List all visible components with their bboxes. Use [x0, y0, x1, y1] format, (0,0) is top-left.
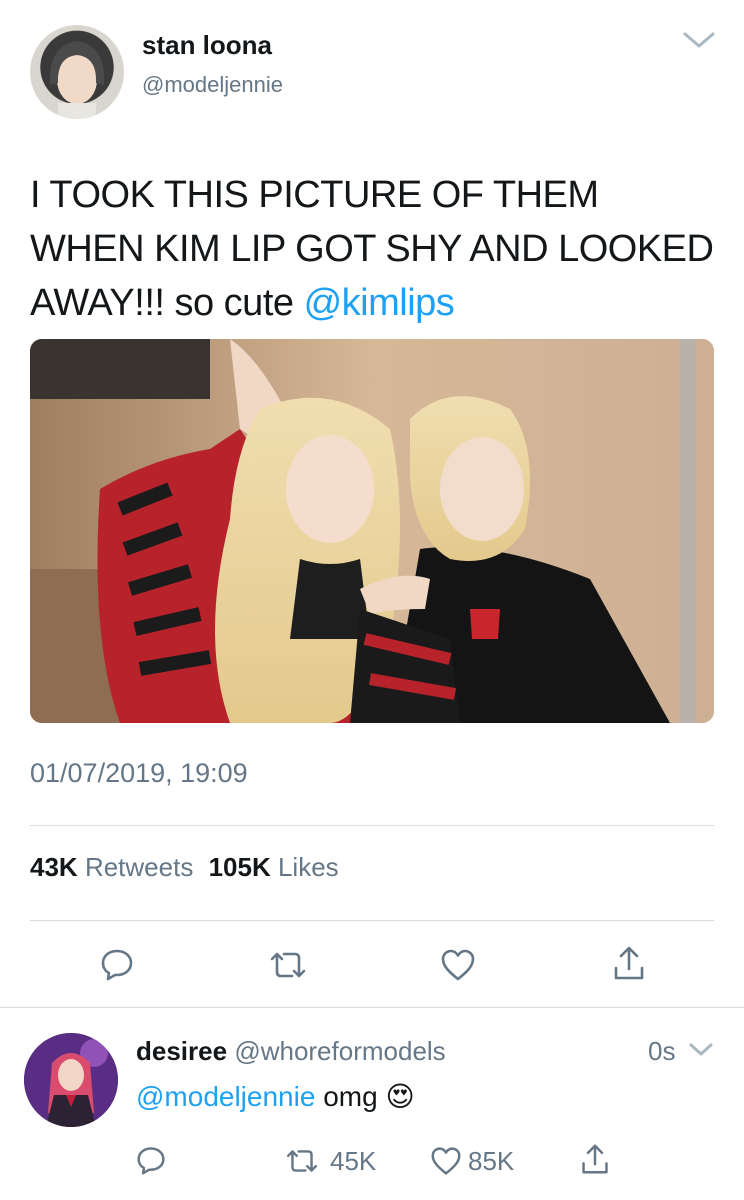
chevron-down-icon[interactable]: [688, 1042, 714, 1058]
retweet-icon[interactable]: [268, 950, 308, 980]
author-avatar[interactable]: [30, 25, 124, 119]
retweets-label: Retweets: [84, 852, 194, 882]
tweet-stats: 43K Retweets 105K Likes: [30, 852, 339, 883]
author-display-name[interactable]: stan loona: [142, 30, 272, 61]
reply-text: @modeljennie omg 😍: [136, 1080, 415, 1113]
likes-count: 105K: [208, 852, 271, 882]
reply-handle[interactable]: @whoreformodels: [234, 1036, 445, 1066]
reply-mention[interactable]: @modeljennie: [136, 1081, 315, 1112]
likes-label: Likes: [277, 852, 339, 882]
likes-stat[interactable]: 105K Likes: [209, 852, 339, 882]
reply-header: desiree @whoreformodels: [136, 1036, 446, 1067]
divider: [0, 1007, 744, 1008]
share-icon[interactable]: [580, 1142, 610, 1176]
retweet-icon[interactable]: [284, 1148, 320, 1174]
retweets-count: 43K: [30, 852, 78, 882]
reply-avatar[interactable]: [24, 1033, 118, 1127]
heart-eyes-emoji: 😍: [385, 1081, 415, 1112]
chevron-down-icon[interactable]: [682, 30, 716, 50]
heart-icon[interactable]: [430, 1146, 462, 1176]
divider: [30, 825, 714, 826]
author-handle[interactable]: @modeljennie: [142, 72, 283, 98]
tweet-photo[interactable]: [30, 339, 714, 723]
divider: [30, 920, 714, 921]
reply-icon[interactable]: [100, 947, 134, 981]
reply-like-count: 85K: [468, 1146, 515, 1176]
reply-display-name[interactable]: desiree: [136, 1036, 227, 1066]
tweet-timestamp[interactable]: 01/07/2019, 19:09: [30, 758, 248, 789]
reply-retweet-count: 45K: [330, 1146, 377, 1176]
reply-body: omg: [323, 1081, 378, 1112]
retweets-stat[interactable]: 43K Retweets: [30, 852, 201, 882]
reply-time: 0s: [648, 1036, 676, 1066]
heart-icon[interactable]: [440, 948, 476, 982]
tweet-text: I TOOK THIS PICTURE OF THEM WHEN KIM LIP…: [30, 168, 720, 330]
tweet-mention[interactable]: @kimlips: [304, 282, 455, 324]
share-icon[interactable]: [612, 944, 646, 982]
reply-icon[interactable]: [136, 1145, 166, 1175]
